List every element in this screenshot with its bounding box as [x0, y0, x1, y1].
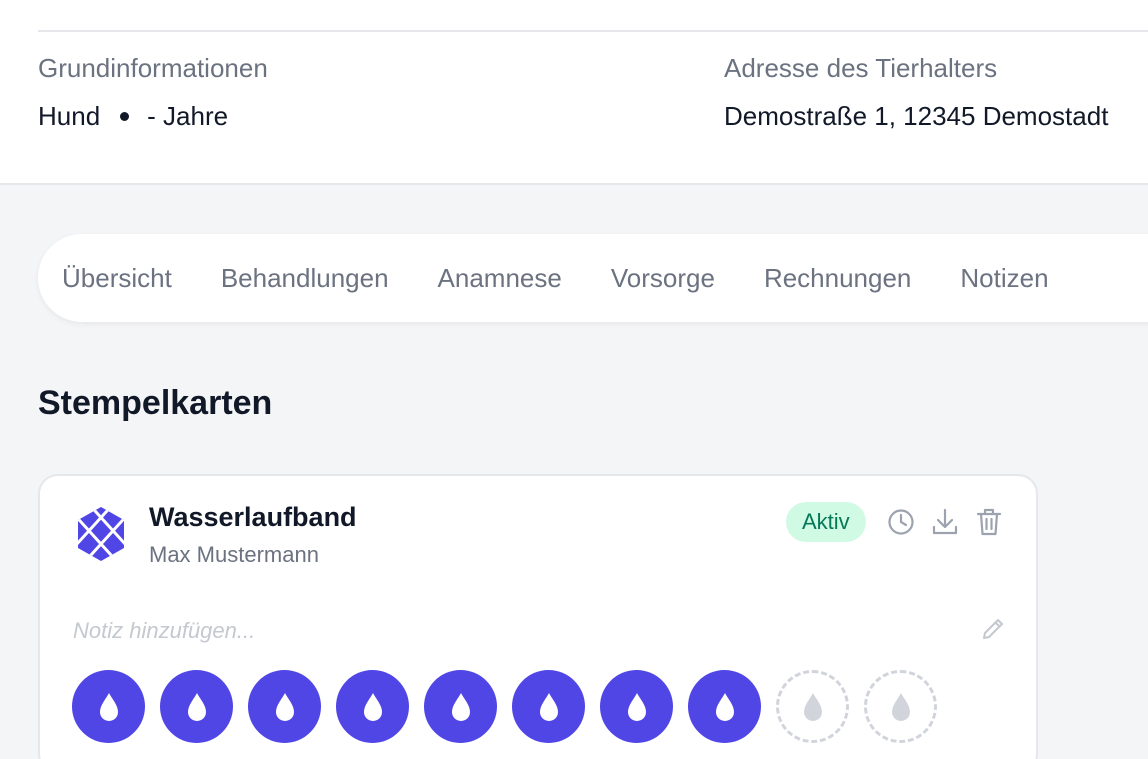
- owner-address-label: Adresse des Tierhalters: [724, 53, 998, 83]
- tab-notizen[interactable]: Notizen: [960, 263, 1048, 294]
- tab-anamnese[interactable]: Anamnese: [438, 263, 562, 294]
- card-title: Wasserlaufband: [149, 502, 357, 532]
- stamp-filled[interactable]: [72, 670, 145, 743]
- status-badge: Aktiv: [786, 502, 866, 542]
- separator-dot: [120, 111, 130, 121]
- section-title: Stempelkarten: [38, 384, 273, 422]
- trash-icon[interactable]: [974, 506, 1004, 538]
- hexagon-logo-icon: [76, 506, 126, 562]
- basic-info-label: Grundinformationen: [38, 53, 268, 83]
- water-drop-icon: [891, 692, 910, 721]
- owner-address: Adresse des Tierhalters Demostraße 1, 12…: [724, 52, 1108, 132]
- water-drop-icon: [803, 692, 822, 721]
- water-drop-icon: [99, 692, 118, 721]
- stamp-filled[interactable]: [248, 670, 321, 743]
- stamp-filled[interactable]: [512, 670, 585, 743]
- tab-uebersicht[interactable]: Übersicht: [62, 263, 172, 294]
- stamp-empty[interactable]: [776, 670, 849, 743]
- patient-tabs: Übersicht Behandlungen Anamnese Vorsorge…: [38, 234, 1148, 322]
- header-divider: [38, 30, 1148, 32]
- water-drop-icon: [627, 692, 646, 721]
- tab-behandlungen[interactable]: Behandlungen: [221, 263, 389, 294]
- stamp-empty[interactable]: [864, 670, 937, 743]
- tab-vorsorge[interactable]: Vorsorge: [611, 263, 715, 294]
- owner-address-value: Demostraße 1, 12345 Demostadt: [724, 101, 1109, 131]
- card-subtitle: Max Mustermann: [149, 542, 319, 567]
- patient-header: Grundinformationen Hund - Jahre Adresse …: [0, 0, 1148, 185]
- water-drop-icon: [275, 692, 294, 721]
- basic-info-value: Hund - Jahre: [38, 100, 268, 132]
- download-icon[interactable]: [930, 506, 960, 538]
- water-drop-icon: [363, 692, 382, 721]
- water-drop-icon: [451, 692, 470, 721]
- stamp-filled[interactable]: [424, 670, 497, 743]
- stamp-card: Wasserlaufband Max Mustermann Aktiv Noti…: [38, 474, 1038, 759]
- stamp-filled[interactable]: [336, 670, 409, 743]
- water-drop-icon: [187, 692, 206, 721]
- water-drop-icon: [539, 692, 558, 721]
- water-drop-icon: [715, 692, 734, 721]
- pencil-icon[interactable]: [980, 616, 1006, 642]
- age-text: - Jahre: [147, 101, 229, 131]
- note-input[interactable]: Notiz hinzufügen...: [73, 618, 255, 644]
- stamp-filled[interactable]: [160, 670, 233, 743]
- species-text: Hund: [38, 101, 101, 131]
- tab-rechnungen[interactable]: Rechnungen: [764, 263, 911, 294]
- stamp-filled[interactable]: [688, 670, 761, 743]
- stamp-filled[interactable]: [600, 670, 673, 743]
- history-clock-icon[interactable]: [886, 506, 916, 538]
- stamp-row: [72, 670, 952, 743]
- basic-info: Grundinformationen Hund - Jahre: [38, 52, 268, 132]
